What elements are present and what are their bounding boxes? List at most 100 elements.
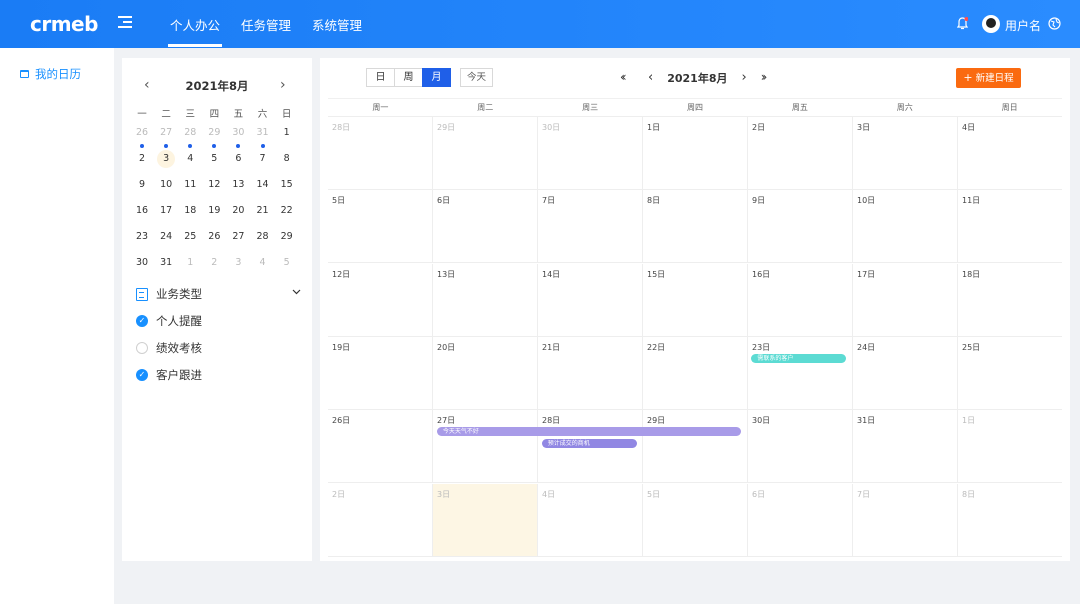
bell-icon[interactable]	[957, 17, 968, 30]
nav-personal-office[interactable]: 个人办公	[167, 15, 223, 47]
calendar-event[interactable]: 需联系的客户	[751, 354, 847, 363]
calendar-day-cell[interactable]: 3日	[433, 484, 538, 556]
calendar-day-cell[interactable]: 2日	[328, 484, 433, 556]
mini-day-cell[interactable]: 30	[226, 124, 250, 142]
view-week-button[interactable]: 周	[394, 68, 423, 87]
mini-day-cell[interactable]: 17	[154, 202, 178, 220]
nav-system-management[interactable]: 系统管理	[312, 15, 362, 34]
calendar-day-cell[interactable]: 18日	[958, 264, 1062, 336]
calendar-day-cell[interactable]: 1日	[958, 410, 1062, 482]
calendar-event[interactable]: 今天天气不好	[436, 427, 742, 436]
chevron-down-icon[interactable]	[291, 286, 302, 297]
calendar-day-cell[interactable]: 7日	[538, 190, 643, 262]
avatar[interactable]	[982, 15, 1000, 33]
calendar-day-cell[interactable]: 29日	[433, 117, 538, 189]
mini-day-cell[interactable]: 27	[226, 228, 250, 246]
calendar-day-cell[interactable]: 31日	[853, 410, 958, 482]
unchecked-icon[interactable]	[136, 342, 148, 354]
nav-task-management[interactable]: 任务管理	[241, 15, 291, 34]
view-day-button[interactable]: 日	[366, 68, 395, 87]
calendar-day-cell[interactable]: 10日	[853, 190, 958, 262]
calendar-day-cell[interactable]: 5日	[643, 484, 748, 556]
calendar-day-cell[interactable]: 26日	[328, 410, 433, 482]
mini-day-cell[interactable]: 16	[130, 202, 154, 220]
mini-day-cell[interactable]: 20	[226, 202, 250, 220]
checked-icon[interactable]: ✓	[136, 369, 148, 381]
business-type-header[interactable]: 业务类型	[136, 286, 302, 302]
mini-day-cell[interactable]: 24	[154, 228, 178, 246]
mini-day-cell[interactable]: 3	[226, 254, 250, 272]
mini-day-cell[interactable]: 12	[202, 176, 226, 194]
mini-day-cell[interactable]: 5	[275, 254, 299, 272]
mini-day-cell[interactable]: 28	[250, 228, 274, 246]
today-button[interactable]: 今天	[460, 68, 493, 87]
mini-day-cell[interactable]: 2	[202, 254, 226, 272]
mini-day-cell[interactable]: 9	[130, 176, 154, 194]
checked-icon[interactable]: ✓	[136, 315, 148, 327]
view-month-button[interactable]: 月	[422, 68, 451, 87]
calendar-day-cell[interactable]: 16日	[748, 264, 853, 336]
calendar-day-cell[interactable]: 23日	[748, 337, 853, 409]
calendar-day-cell[interactable]: 2日	[748, 117, 853, 189]
new-schedule-button[interactable]: + 新建日程	[956, 68, 1021, 88]
mini-day-cell[interactable]: 4	[250, 254, 274, 272]
mini-day-cell[interactable]: 2	[130, 150, 154, 168]
calendar-day-cell[interactable]: 4日	[538, 484, 643, 556]
calendar-day-cell[interactable]: 15日	[643, 264, 748, 336]
calendar-day-cell[interactable]: 30日	[538, 117, 643, 189]
calendar-day-cell[interactable]: 3日	[853, 117, 958, 189]
mini-day-cell[interactable]: 14	[250, 176, 274, 194]
calendar-day-cell[interactable]: 13日	[433, 264, 538, 336]
calendar-day-cell[interactable]: 19日	[328, 337, 433, 409]
calendar-day-cell[interactable]: 20日	[433, 337, 538, 409]
calendar-day-cell[interactable]: 4日	[958, 117, 1062, 189]
calendar-day-cell[interactable]: 7日	[853, 484, 958, 556]
mini-day-cell[interactable]: 15	[275, 176, 299, 194]
mini-day-cell[interactable]: 21	[250, 202, 274, 220]
calendar-day-cell[interactable]: 8日	[643, 190, 748, 262]
calendar-day-cell[interactable]: 1日	[643, 117, 748, 189]
mini-day-cell[interactable]: 26	[130, 124, 154, 142]
business-type-item[interactable]: ✓ 客户跟进	[136, 368, 202, 382]
prev-month-icon[interactable]: ‹	[648, 68, 653, 87]
calendar-day-cell[interactable]: 6日	[433, 190, 538, 262]
calendar-day-cell[interactable]: 8日	[958, 484, 1062, 556]
mini-day-cell[interactable]: 4	[178, 150, 202, 168]
calendar-day-cell[interactable]: 6日	[748, 484, 853, 556]
calendar-day-cell[interactable]: 5日	[328, 190, 433, 262]
mini-day-cell[interactable]: 10	[154, 176, 178, 194]
calendar-day-cell[interactable]: 11日	[958, 190, 1062, 262]
mini-day-cell[interactable]: 31	[154, 254, 178, 272]
calendar-event[interactable]: 预计成交的商机	[541, 439, 637, 448]
calendar-day-cell[interactable]: 12日	[328, 264, 433, 336]
calendar-day-cell[interactable]: 21日	[538, 337, 643, 409]
business-type-item[interactable]: 绩效考核	[136, 341, 202, 355]
calendar-day-cell[interactable]: 29日	[643, 410, 748, 482]
mini-day-cell[interactable]: 19	[202, 202, 226, 220]
next-month-icon[interactable]: ›	[280, 78, 286, 92]
username[interactable]: 用户名	[1005, 17, 1041, 34]
calendar-day-cell[interactable]: 28日	[328, 117, 433, 189]
calendar-day-cell[interactable]: 27日	[433, 410, 538, 482]
mini-day-cell[interactable]: 6	[226, 150, 250, 168]
mini-day-cell[interactable]: 28	[178, 124, 202, 142]
mini-day-cell[interactable]: 1	[275, 124, 299, 142]
calendar-day-cell[interactable]: 30日	[748, 410, 853, 482]
mini-day-cell[interactable]: 27	[154, 124, 178, 142]
mini-day-cell[interactable]: 11	[178, 176, 202, 194]
logo[interactable]: crmeb	[30, 12, 98, 36]
mini-day-cell[interactable]: 22	[275, 202, 299, 220]
mini-day-cell[interactable]: 18	[178, 202, 202, 220]
sidebar-item-my-calendar[interactable]: 我的日历	[20, 66, 81, 82]
next-year-icon[interactable]: ››	[761, 68, 775, 87]
calendar-day-cell[interactable]: 14日	[538, 264, 643, 336]
mini-day-cell[interactable]: 29	[202, 124, 226, 142]
mini-day-cell[interactable]: 25	[178, 228, 202, 246]
business-type-item[interactable]: ✓ 个人提醒	[136, 314, 202, 328]
mini-day-cell[interactable]: 23	[130, 228, 154, 246]
calendar-day-cell[interactable]: 17日	[853, 264, 958, 336]
mini-day-cell[interactable]: 5	[202, 150, 226, 168]
prev-year-icon[interactable]: ‹‹	[620, 68, 634, 87]
mini-day-cell[interactable]: 1	[178, 254, 202, 272]
calendar-day-cell[interactable]: 25日	[958, 337, 1062, 409]
